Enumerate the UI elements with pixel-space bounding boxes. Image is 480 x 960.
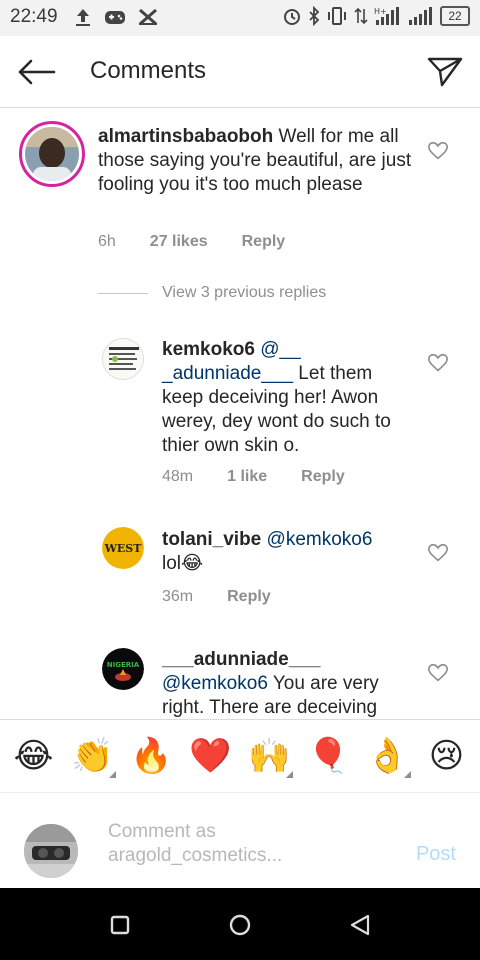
comment-placeholder-line2: aragold_cosmetics...	[108, 845, 283, 866]
comment-input[interactable]: Comment as aragold_cosmetics...	[108, 820, 388, 868]
emoji-bar: 😂 👏 🔥 ❤️ 🙌 🎈 👌 😢	[0, 719, 480, 793]
comment-time: 6h	[98, 233, 116, 250]
signal-icon	[409, 7, 432, 25]
back-button[interactable]	[14, 54, 58, 90]
reply-mention[interactable]: @kemkoko6	[267, 529, 373, 550]
direct-send-icon	[427, 57, 463, 87]
svg-text:NIGERIA: NIGERIA	[107, 661, 140, 669]
avatar[interactable]	[19, 121, 85, 187]
emoji-raising-hands-glyph: 🙌	[248, 736, 291, 776]
avatar	[24, 824, 78, 878]
post-button[interactable]: Post	[416, 843, 456, 866]
reply-button[interactable]: Reply	[301, 468, 345, 486]
emoji-ok-hand[interactable]: 👌	[361, 736, 415, 778]
recents-button[interactable]	[104, 910, 136, 940]
navigation-bar	[0, 888, 480, 960]
home-button[interactable]	[224, 910, 256, 940]
comment-text: almartinsbabaoboh Well for me all those …	[98, 125, 416, 197]
battery-icon: 22	[440, 6, 470, 26]
bluetooth-icon	[309, 6, 320, 26]
reply-likes[interactable]: 1 like	[227, 468, 267, 486]
data-icon	[354, 7, 368, 25]
comment-username[interactable]: almartinsbabaoboh	[98, 126, 273, 147]
emoji-laughing[interactable]: 😂	[7, 736, 61, 776]
reply-username[interactable]: kemkoko6	[162, 339, 255, 360]
svg-text:H+: H+	[374, 7, 387, 16]
back-arrow-icon	[18, 59, 56, 85]
emoji-balloon[interactable]: 🎈	[302, 736, 356, 776]
comment-meta: 6h 27 likes Reply	[98, 233, 319, 251]
reply-item: WEST tolani_vibe @kemkoko6 lol😂 36m Reply	[0, 518, 480, 618]
reply-mention[interactable]: @__	[260, 339, 300, 360]
emoji-clapping[interactable]: 👏	[66, 736, 120, 778]
battery-level: 22	[448, 9, 462, 23]
status-right-icons: H+ 22	[282, 6, 470, 26]
reply-button[interactable]: Reply	[227, 588, 271, 606]
avatar[interactable]: WEST	[102, 527, 144, 569]
x-app-icon	[139, 8, 157, 26]
back-nav-button[interactable]	[344, 910, 376, 940]
signal-icon: H+	[374, 7, 399, 25]
comments-list: almartinsbabaoboh Well for me all those …	[0, 108, 480, 719]
avatar-image	[103, 339, 143, 379]
emoji-clapping-glyph: 👏	[71, 736, 114, 776]
reply-meta: 48m 1 like Reply	[162, 468, 379, 486]
status-left-icons	[74, 7, 158, 27]
upload-icon	[76, 9, 90, 26]
skin-tone-indicator	[403, 771, 411, 778]
skin-tone-indicator	[108, 771, 116, 778]
reply-mention[interactable]: @kemkoko6	[162, 673, 268, 694]
page-title: Comments	[90, 57, 207, 84]
square-icon	[110, 915, 130, 935]
reply-body: lol😂	[162, 553, 204, 574]
skin-tone-indicator	[285, 771, 293, 778]
reply-username[interactable]: ___adunniade___	[162, 649, 320, 670]
circle-icon	[229, 914, 251, 936]
emoji-crying[interactable]: 😢	[420, 736, 474, 776]
reply-time: 48m	[162, 468, 194, 485]
emoji-raising-hands[interactable]: 🙌	[243, 736, 297, 778]
vibrate-icon	[328, 7, 346, 25]
header: Comments	[0, 36, 480, 108]
replies-divider	[98, 292, 148, 294]
alarm-icon	[284, 9, 300, 25]
reply-item: NIGERIA ___adunniade___ @kemkoko6 You are…	[0, 638, 480, 719]
reply-username[interactable]: tolani_vibe	[162, 529, 261, 550]
avatar-image: NIGERIA	[102, 648, 144, 690]
reply-text: ___adunniade___ @kemkoko6 You are very ri…	[162, 648, 412, 719]
status-time: 22:49	[10, 6, 58, 27]
comment-likes[interactable]: 27 likes	[150, 233, 208, 251]
reply-item: kemkoko6 @__ _adunniade___ Let them keep …	[0, 328, 480, 498]
reply-text: kemkoko6 @__ _adunniade___ Let them keep …	[162, 338, 412, 458]
emoji-fire[interactable]: 🔥	[125, 736, 179, 776]
avatar-image: WEST	[102, 527, 144, 569]
view-replies-label[interactable]: View 3 previous replies	[162, 284, 326, 302]
avatar[interactable]	[102, 338, 144, 380]
view-previous-replies[interactable]: View 3 previous replies	[98, 284, 326, 302]
comment-placeholder-line1: Comment as	[108, 821, 216, 842]
gamepad-icon	[105, 11, 125, 24]
comment-item: almartinsbabaoboh Well for me all those …	[0, 108, 480, 268]
svg-text:WEST: WEST	[104, 542, 143, 555]
reply-mention-cont[interactable]: _adunniade___	[162, 363, 293, 384]
heart-icon[interactable]	[427, 542, 449, 564]
avatar-image	[24, 824, 78, 878]
reply-meta: 36m Reply	[162, 588, 305, 606]
direct-send-button[interactable]	[424, 52, 466, 92]
reply-text: tolani_vibe @kemkoko6 lol😂	[162, 528, 412, 576]
heart-icon[interactable]	[427, 140, 449, 162]
heart-icon[interactable]	[427, 662, 449, 684]
status-bar: 22:49 H+ 22	[0, 0, 480, 36]
avatar-image	[25, 127, 79, 181]
triangle-back-icon	[350, 914, 370, 936]
reply-button[interactable]: Reply	[242, 233, 286, 251]
avatar[interactable]: NIGERIA	[102, 648, 144, 690]
reply-time: 36m	[162, 588, 194, 605]
comment-composer: Comment as aragold_cosmetics... Post	[0, 794, 480, 888]
emoji-ok-hand-glyph: 👌	[366, 736, 409, 776]
heart-icon[interactable]	[427, 352, 449, 374]
emoji-heart[interactable]: ❤️	[184, 736, 238, 776]
